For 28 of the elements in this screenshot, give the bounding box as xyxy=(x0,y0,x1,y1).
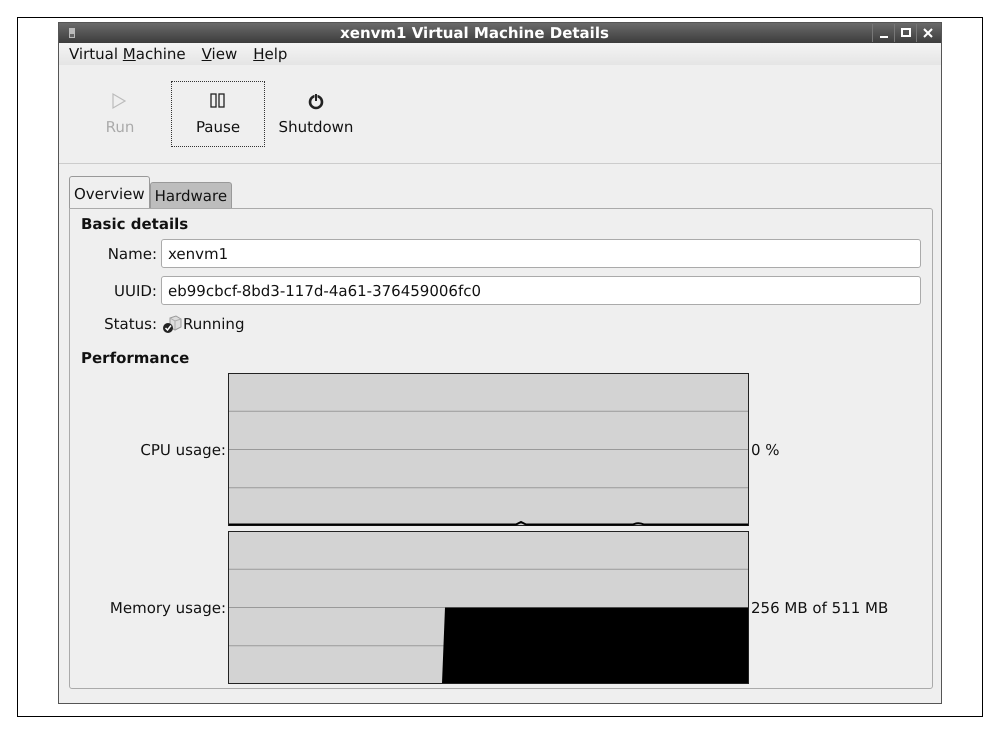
menu-item[interactable]: Help xyxy=(247,44,294,64)
play-icon xyxy=(111,92,129,110)
window-title: xenvm1 Virtual Machine Details xyxy=(339,24,610,42)
graph-reading: 256 MB of 511 MB xyxy=(751,598,890,616)
input-field[interactable]: xenvm1 xyxy=(161,239,921,268)
graph-reading: 0 % xyxy=(751,440,781,458)
maximize-icon xyxy=(898,26,912,40)
shutdown-button[interactable]: Shutdown xyxy=(269,81,363,147)
minimize-icon xyxy=(880,36,888,38)
pause-icon xyxy=(209,92,227,110)
field-label: Status: xyxy=(103,315,157,333)
menu-item[interactable]: Virtual Machine xyxy=(63,44,192,64)
tab[interactable]: Overview xyxy=(69,176,150,208)
app-icon xyxy=(67,26,77,40)
field-label: Name: xyxy=(106,244,157,262)
tab[interactable]: Hardware xyxy=(150,182,232,208)
input-field[interactable]: eb99cbcf-8bd3-117d-4a61-376459006fc0 xyxy=(161,276,921,305)
section-heading: Basic details xyxy=(81,215,190,233)
pause-button[interactable]: Pause xyxy=(171,81,265,147)
graph-label: CPU usage: xyxy=(139,440,226,458)
power-icon xyxy=(307,92,325,110)
status-text: Running xyxy=(183,315,244,333)
close-icon xyxy=(920,26,934,40)
menu-item[interactable]: View xyxy=(196,44,244,64)
field-label: UUID: xyxy=(113,282,157,300)
graph-label: Memory usage: xyxy=(108,598,226,616)
section-heading: Performance xyxy=(81,349,190,367)
running-status-icon xyxy=(161,313,183,335)
